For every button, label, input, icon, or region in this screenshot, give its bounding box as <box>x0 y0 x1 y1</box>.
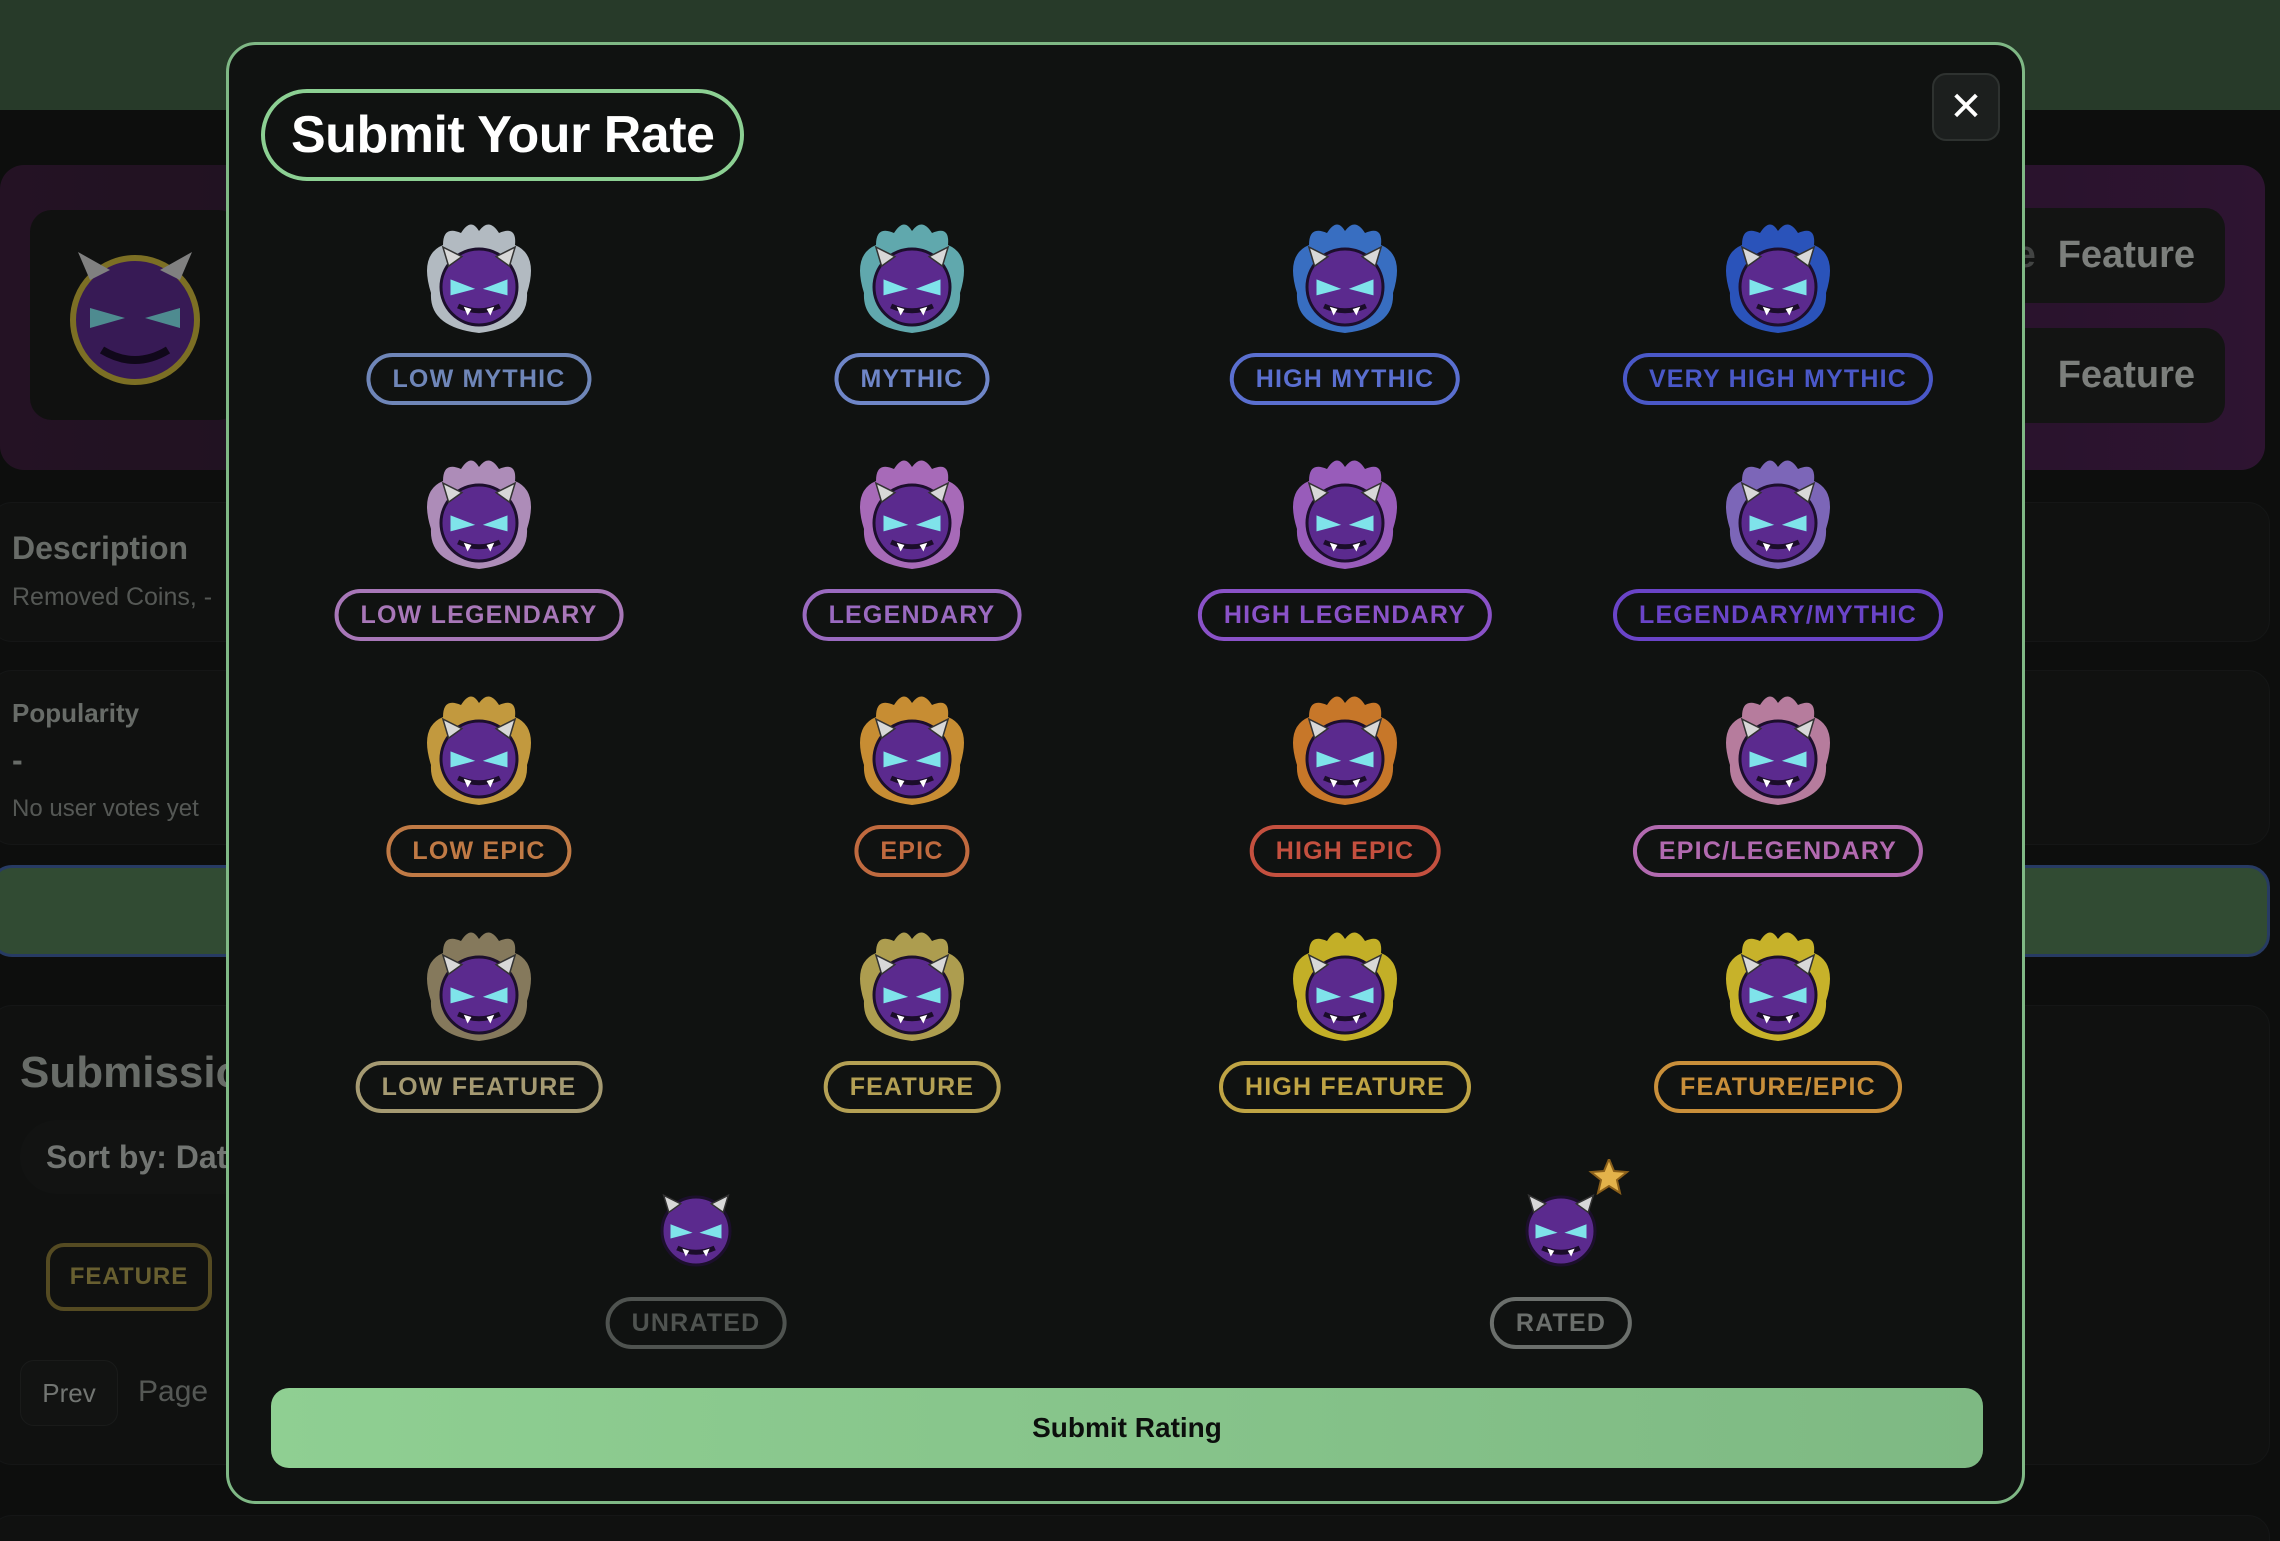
demon-face-icon <box>427 460 531 569</box>
rating-option-label: VERY HIGH MYTHIC <box>1622 353 1934 405</box>
demon-face-icon <box>1726 932 1830 1041</box>
demon-face-icon <box>1726 460 1830 569</box>
rating-option-label: LOW MYTHIC <box>366 353 592 405</box>
rating-face <box>842 923 982 1043</box>
close-button[interactable]: ✕ <box>1932 73 2000 141</box>
demon-face-icon <box>1293 696 1397 805</box>
rating-option[interactable]: FEATURE/EPIC <box>1578 923 1978 1133</box>
rating-option-label: HIGH MYTHIC <box>1229 353 1461 405</box>
rating-face <box>1275 923 1415 1043</box>
rating-option-label: FEATURE/EPIC <box>1654 1061 1902 1113</box>
rating-option-label: RATED <box>1489 1297 1633 1349</box>
rating-option-label: EPIC/LEGENDARY <box>1632 825 1924 877</box>
demon-face-icon <box>1726 696 1830 805</box>
rating-face <box>409 923 549 1043</box>
rating-option-label: HIGH EPIC <box>1249 825 1441 877</box>
rating-face <box>1275 215 1415 335</box>
rating-option-label: LOW FEATURE <box>355 1061 603 1113</box>
rating-face <box>1708 923 1848 1043</box>
demon-face-icon <box>660 1193 732 1267</box>
rating-option[interactable]: LEGENDARY/MYTHIC <box>1578 451 1978 661</box>
demon-face-icon <box>1525 1156 1630 1267</box>
demon-face-icon <box>427 696 531 805</box>
rating-option-label: LOW EPIC <box>386 825 572 877</box>
rate-modal: Submit Your Rate ✕ LOW MYTHIC MYTHIC HIG… <box>226 42 2025 1504</box>
demon-face-icon <box>1293 460 1397 569</box>
rating-face <box>626 1159 766 1279</box>
demon-face-icon <box>860 460 964 569</box>
demon-face-icon <box>1726 224 1830 333</box>
rating-face <box>1275 451 1415 571</box>
rating-option[interactable]: HIGH LEGENDARY <box>1145 451 1545 661</box>
rating-option[interactable]: EPIC <box>712 687 1112 897</box>
demon-face-icon <box>427 932 531 1041</box>
rating-face <box>1708 451 1848 571</box>
rating-option[interactable]: RATED <box>1361 1156 1761 1369</box>
rating-option-label: EPIC <box>854 825 970 877</box>
rating-face <box>1708 687 1848 807</box>
demon-face-icon <box>1293 932 1397 1041</box>
rating-option[interactable]: LOW FEATURE <box>279 923 679 1133</box>
rating-face <box>409 215 549 335</box>
close-icon: ✕ <box>1949 85 1983 129</box>
rating-face <box>842 687 982 807</box>
rating-option[interactable]: LOW MYTHIC <box>279 215 679 425</box>
rating-face <box>409 451 549 571</box>
rating-option-label: UNRATED <box>605 1297 787 1349</box>
rating-option[interactable]: EPIC/LEGENDARY <box>1578 687 1978 897</box>
rating-face <box>409 687 549 807</box>
rating-option-label: MYTHIC <box>834 353 990 405</box>
rating-option[interactable]: LOW EPIC <box>279 687 679 897</box>
demon-face-icon <box>860 932 964 1041</box>
rating-option[interactable]: LOW LEGENDARY <box>279 451 679 661</box>
page: e Feature Feature Description Removed Co… <box>0 0 2280 1541</box>
rating-option[interactable]: FEATURE <box>712 923 1112 1133</box>
demon-face-icon <box>860 224 964 333</box>
rating-option[interactable]: MYTHIC <box>712 215 1112 425</box>
rating-face <box>1275 687 1415 807</box>
rating-option-label: HIGH FEATURE <box>1218 1061 1472 1113</box>
demon-face-icon <box>860 696 964 805</box>
modal-title: Submit Your Rate <box>261 89 745 181</box>
rating-option[interactable]: UNRATED <box>496 1159 896 1369</box>
rating-face <box>1708 215 1848 335</box>
rating-option-label: FEATURE <box>823 1061 1001 1113</box>
submit-rating-button[interactable]: Submit Rating <box>271 1388 1983 1468</box>
rating-option[interactable]: LEGENDARY <box>712 451 1112 661</box>
rating-option[interactable]: HIGH EPIC <box>1145 687 1545 897</box>
rating-face <box>1491 1156 1631 1279</box>
rating-option[interactable]: VERY HIGH MYTHIC <box>1578 215 1978 425</box>
rating-option[interactable]: HIGH FEATURE <box>1145 923 1545 1133</box>
rating-option-label: LEGENDARY/MYTHIC <box>1612 589 1944 641</box>
rating-option-label: LOW LEGENDARY <box>334 589 624 641</box>
rating-option-label: LEGENDARY <box>802 589 1022 641</box>
rating-option[interactable]: HIGH MYTHIC <box>1145 215 1545 425</box>
rating-face <box>842 451 982 571</box>
demon-face-icon <box>1293 224 1397 333</box>
demon-face-icon <box>427 224 531 333</box>
rating-option-label: HIGH LEGENDARY <box>1197 589 1493 641</box>
star-icon <box>1588 1156 1630 1196</box>
rating-face <box>842 215 982 335</box>
